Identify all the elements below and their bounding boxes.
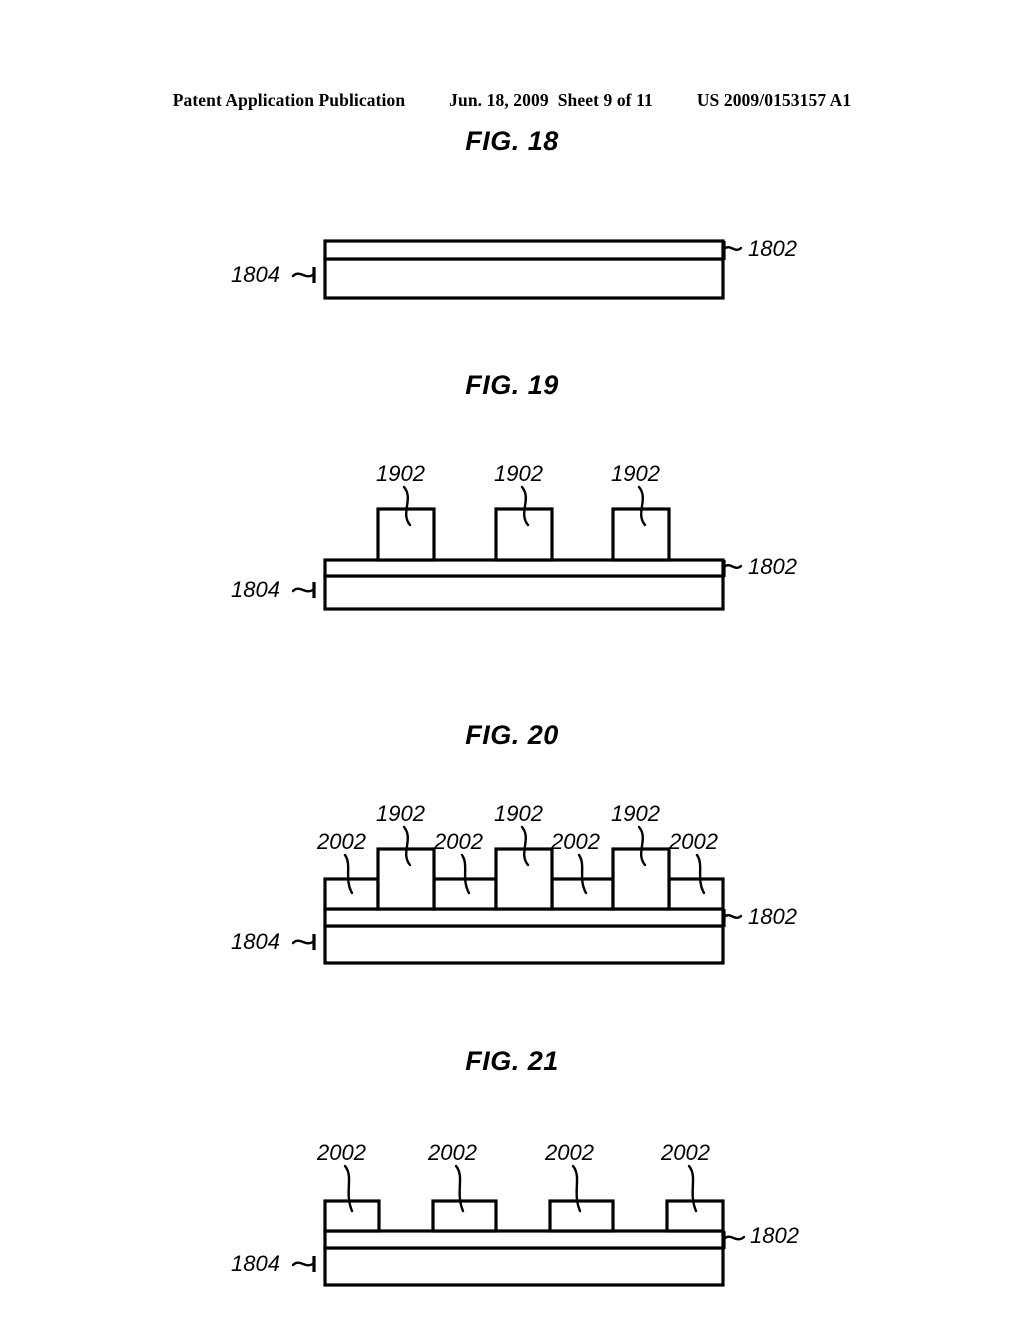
fig21-label-2002: 2002 [427,1140,477,1165]
fig19-label-1902: 1902 [494,461,543,486]
fig21-spacer-2002 [548,1199,615,1233]
fig19-thin-layer [323,558,725,578]
fig21-substrate-layer [323,1246,725,1287]
header-patent-number: US 2009/0153157 A1 [696,90,852,110]
patent-drawing-sheet: Patent Application Publication Jun. 18, … [0,0,1024,1320]
fig19-substrate-layer [323,574,725,611]
fig20-label-1902: 1902 [376,801,425,826]
fig20-label-2002: 2002 [433,829,483,854]
fig20-label-1902: 1902 [611,801,660,826]
figure-21-drawing: 2002 2002 2002 2002 1802 1804 [231,1140,799,1287]
figure-18-title: FIG. 18 [465,126,559,156]
fig21-label-2002: 2002 [316,1140,366,1165]
figure-18-drawing: 1802 1804 [231,236,797,300]
fig18-label-1804: 1804 [231,262,280,287]
fig20-label-2002: 2002 [316,829,366,854]
fig20-label-1902: 1902 [494,801,543,826]
header-date-text: Jun. 18, 2009 [449,90,549,110]
fig21-label-1804: 1804 [231,1251,280,1276]
fig21-spacer-2002 [323,1199,381,1233]
fig18-substrate-layer [323,257,725,300]
fig20-spacer-2002 [667,877,725,911]
fig20-thin-layer [323,907,725,928]
fig21-label-1802: 1802 [750,1223,799,1248]
figure-19: FIG. 19 1902 1902 1902 1802 1804 [0,370,1024,631]
figure-21: FIG. 21 2002 2002 2002 2002 1802 1804 [0,1046,1024,1307]
fig19-leader-1804 [291,587,316,593]
figure-20-title: FIG. 20 [465,720,559,750]
fig19-label-1902: 1902 [376,461,425,486]
figure-18: FIG. 18 1802 1804 [0,126,1024,327]
fig20-label-2002: 2002 [550,829,600,854]
fig19-label-1804: 1804 [231,577,280,602]
fig19-label-1802: 1802 [748,554,797,579]
header-sheet-text: Sheet 9 of 11 [557,90,653,110]
figure-19-title: FIG. 19 [465,370,559,400]
fig21-leader-1802 [722,1235,746,1241]
fig20-leader-1804 [291,939,316,945]
fig20-label-1804: 1804 [231,929,280,954]
page-header: Patent Application Publication Jun. 18, … [0,90,1024,116]
fig18-label-1802: 1802 [748,236,797,261]
fig21-leader-1804 [291,1261,316,1267]
fig18-thin-layer [323,239,725,261]
fig21-label-2002: 2002 [660,1140,710,1165]
fig20-label-2002: 2002 [668,829,718,854]
fig21-thin-layer [323,1229,725,1250]
header-publication-text: Patent Application Publication [172,90,406,110]
fig21-label-2002: 2002 [544,1140,594,1165]
fig19-label-1902: 1902 [611,461,660,486]
figure-20: FIG. 20 1902 1902 1902 2002 2002 2002 20… [0,720,1024,981]
fig20-substrate-layer [323,924,725,965]
fig21-spacer-2002 [431,1199,498,1233]
fig18-leader-1804 [291,272,316,278]
fig18-leader-1802 [722,245,743,252]
figure-20-drawing: 1902 1902 1902 2002 2002 2002 2002 1802 … [231,801,797,965]
fig19-leader-1802 [722,563,743,570]
fig20-leader-1802 [722,913,743,920]
figure-19-drawing: 1902 1902 1902 1802 1804 [231,461,797,611]
fig20-label-1802: 1802 [748,904,797,929]
figure-21-title: FIG. 21 [465,1046,559,1076]
